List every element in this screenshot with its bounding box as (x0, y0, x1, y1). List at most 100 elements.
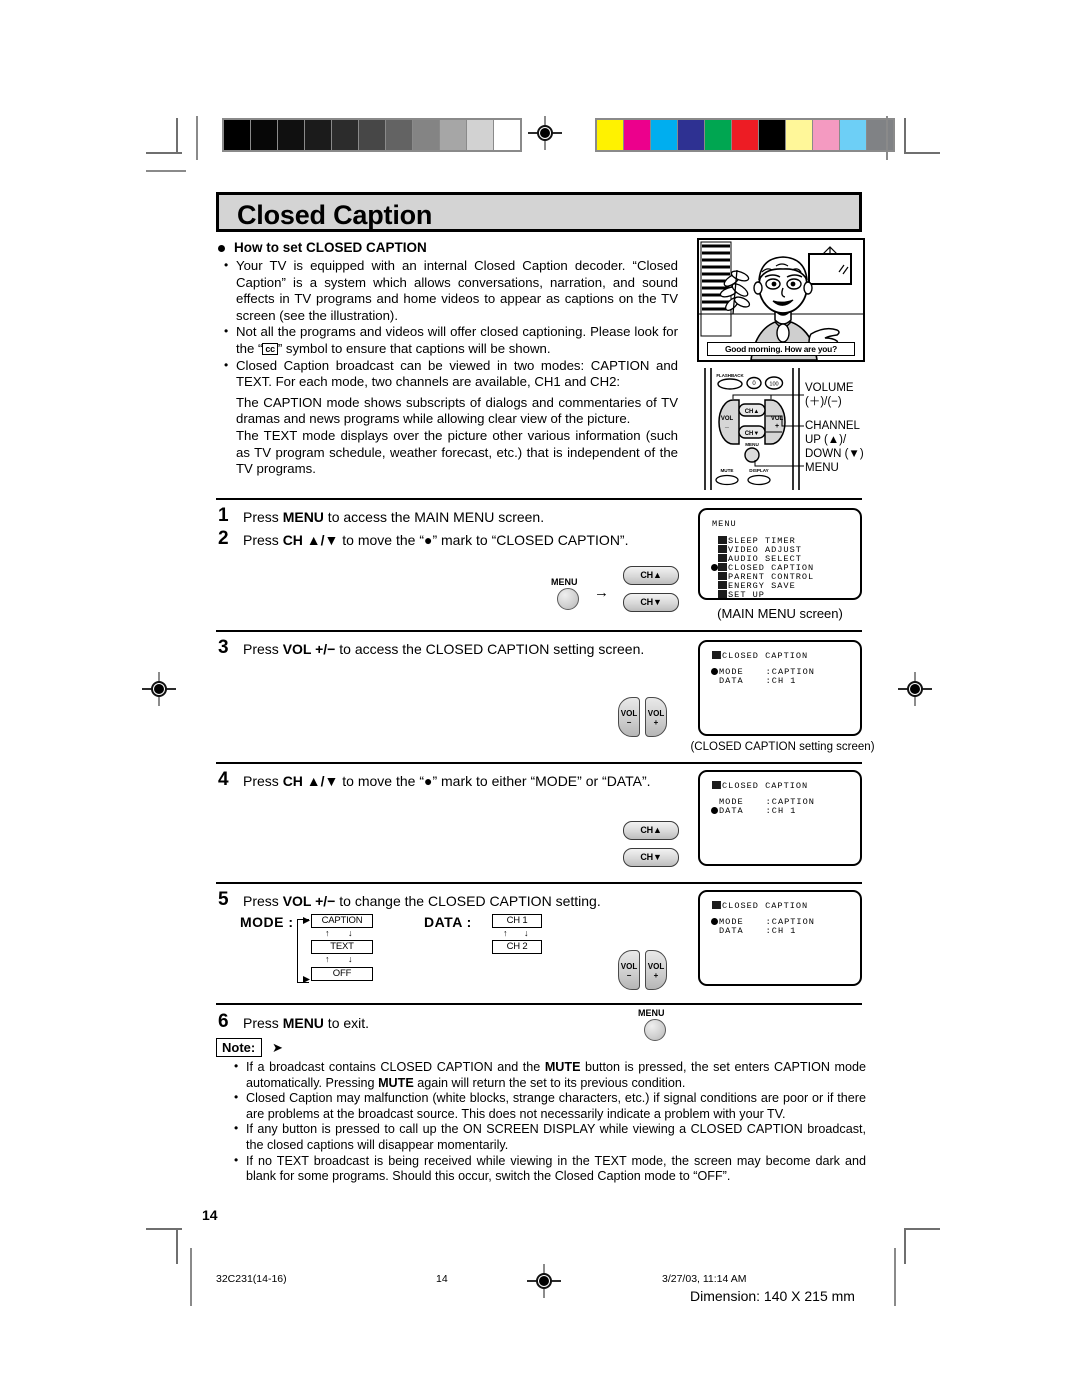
remote-callout-volume-signs: (＋)/(−) (805, 396, 842, 408)
page-title-bar: Closed Caption (216, 192, 862, 232)
note-label-box: Note: (216, 1038, 263, 1057)
step-1-bold: MENU (282, 509, 324, 525)
vol-plus-button-step3[interactable]: VOL + (645, 697, 667, 737)
vol-minus-button-step5[interactable]: VOL − (618, 950, 640, 990)
ch-up-button-step2[interactable]: CH▲ (623, 566, 679, 585)
main-menu-screen-title: MENU (712, 519, 737, 529)
cc-step4-data-label: DATA (719, 806, 744, 816)
ch-up-button-step4[interactable]: CH▲ (623, 821, 679, 840)
cc-step4-data-value: :CH 1 (765, 806, 797, 816)
mode-flow-label: MODE : (240, 914, 294, 930)
step-4-number: 4 (218, 769, 229, 790)
mode-arrow-down-2: ↓ (348, 954, 353, 964)
crop-mark-bottom-right (900, 1228, 946, 1274)
note-item-1: If a broadcast contains CLOSED CAPTION a… (232, 1059, 866, 1091)
main-menu-selection-marker (711, 564, 718, 571)
tv-scene-illustration: Good morning. How are you? (697, 238, 865, 362)
note-4-run-0: If no TEXT broadcast is being received w… (246, 1153, 866, 1184)
divider-above-step6 (216, 1003, 862, 1005)
step-2-bold: CH ▲/▼ (282, 532, 339, 548)
note-1-run-4: again will return the set to its previou… (413, 1075, 686, 1090)
remote-callout-menu: MENU (805, 462, 839, 474)
step-5-bold: VOL +/− (282, 893, 336, 909)
remote-callout-channel: CHANNEL (805, 420, 860, 432)
cc-step5-selection-marker (711, 918, 718, 925)
vol-minus-label-step3: VOL (620, 709, 638, 718)
closed-caption-icon (718, 563, 727, 571)
step-4-post: to move the “●” mark to either “MODE” or… (338, 773, 651, 789)
set-up-icon (718, 590, 727, 598)
step-1-pre: Press (243, 509, 283, 525)
ch-down-button-step2[interactable]: CH▼ (623, 593, 679, 612)
vol-minus-button-step3[interactable]: VOL − (618, 697, 640, 737)
cc-step4-selection-marker (711, 807, 718, 814)
cc-step5-data-label: DATA (719, 926, 744, 936)
footer-timestamp: 3/27/03, 11:14 AM (662, 1273, 747, 1285)
note-label: Note: (222, 1040, 256, 1055)
data-flow-label: DATA : (424, 914, 472, 930)
note-item-4: If no TEXT broadcast is being received w… (232, 1153, 866, 1185)
cc-screen-step3-title-label: CLOSED CAPTION (722, 651, 809, 661)
footer-file-code: 32C231(14-16) (216, 1273, 287, 1285)
step-4-bold: CH ▲/▼ (282, 773, 339, 789)
notes-list: If a broadcast contains CLOSED CAPTION a… (232, 1059, 866, 1185)
main-menu-item-set-up-label: SET UP (728, 590, 765, 600)
vol-minus-sign-step5: − (626, 971, 632, 980)
body-bullet-1: Your TV is equipped with an internal Clo… (222, 257, 678, 324)
cc-step4-row-data[interactable]: DATA :CH 1 (719, 806, 796, 816)
mode-arrow-up-2: ↑ (325, 954, 330, 964)
body-paragraph-text-mode: The TEXT mode displays over the picture … (236, 427, 678, 477)
step-6-pre: Press (243, 1015, 283, 1031)
svg-text:CH▼: CH▼ (745, 431, 760, 437)
note-item-2: Closed Caption may malfunction (white bl… (232, 1090, 866, 1122)
body-text-column: Your TV is equipped with an internal Clo… (222, 257, 678, 478)
body-bullet-2-suffix: ” symbol to ensure that captions will be… (277, 340, 551, 356)
step-6-post: to exit. (323, 1015, 370, 1031)
cc-setting-screen-step3: CLOSED CAPTION MODE:CAPTION DATA:CH 1 (698, 640, 862, 736)
cc-symbol-icon: cc (262, 342, 278, 355)
note-1-run-3: MUTE (378, 1075, 414, 1090)
cc-step3-selection-marker (711, 668, 718, 675)
step-3-number: 3 (218, 637, 229, 658)
page-title: Closed Caption (237, 200, 433, 230)
menu-button-label-step6: MENU (638, 1008, 665, 1018)
cc-step3-row-data[interactable]: DATA:CH 1 (719, 676, 796, 686)
divider-above-step3 (216, 630, 862, 632)
cc-step5-row-data[interactable]: DATA:CH 1 (719, 926, 796, 936)
menu-button-step2[interactable] (557, 588, 579, 610)
mode-flow-cell-off: OFF (311, 967, 373, 981)
svg-text:MENU: MENU (745, 442, 759, 447)
svg-text:DISPLAY: DISPLAY (749, 468, 769, 473)
mode-flow-cell-caption: CAPTION (311, 914, 373, 928)
sleep-timer-icon (718, 536, 727, 544)
divider-above-step4 (216, 762, 862, 764)
footer-edge-right (894, 1248, 896, 1306)
menu-button-label-step2: MENU (551, 577, 578, 587)
data-flow-cell-ch1: CH 1 (492, 914, 542, 928)
vol-plus-label-step3: VOL (647, 709, 665, 718)
vol-plus-button-step5[interactable]: VOL + (645, 950, 667, 990)
step-3-post: to access the CLOSED CAPTION setting scr… (335, 641, 645, 657)
ch-down-button-step4[interactable]: CH▼ (623, 848, 679, 867)
vol-plus-label-step5: VOL (647, 962, 665, 971)
cc-setting-screen-caption: (CLOSED CAPTION setting screen) (690, 741, 875, 753)
flow-arrow-step2: → (594, 584, 609, 601)
step-6-number: 6 (218, 1011, 229, 1032)
menu-button-step6[interactable] (644, 1019, 666, 1041)
cc-screen-step5-title-label: CLOSED CAPTION (722, 901, 809, 911)
main-menu-item-set-up[interactable]: SET UP (718, 590, 765, 600)
step-4-pre: Press (243, 773, 283, 789)
svg-text:+: + (775, 423, 779, 430)
tv-caption-bar: Good morning. How are you? (707, 342, 855, 356)
step-5-text: Press VOL +/− to change the CLOSED CAPTI… (243, 893, 601, 909)
body-bullet-2: Not all the programs and videos will off… (222, 323, 678, 357)
step-1-post: to access the MAIN MENU screen. (323, 509, 545, 525)
main-menu-screen: MENU SLEEP TIMER VIDEO ADJUST AUDIO SELE… (698, 508, 862, 600)
vol-plus-sign-step5: + (653, 971, 659, 980)
note-1-run-1: MUTE (544, 1060, 581, 1074)
vol-minus-sign-step3: − (626, 718, 632, 727)
cc-setting-screen-step4: CLOSED CAPTION MODE:CAPTION DATA:CH 1 (698, 770, 862, 866)
mode-arrow-down-1: ↓ (348, 928, 353, 938)
video-adjust-icon (718, 545, 727, 553)
cc-screen-step5-title: CLOSED CAPTION (712, 901, 808, 911)
